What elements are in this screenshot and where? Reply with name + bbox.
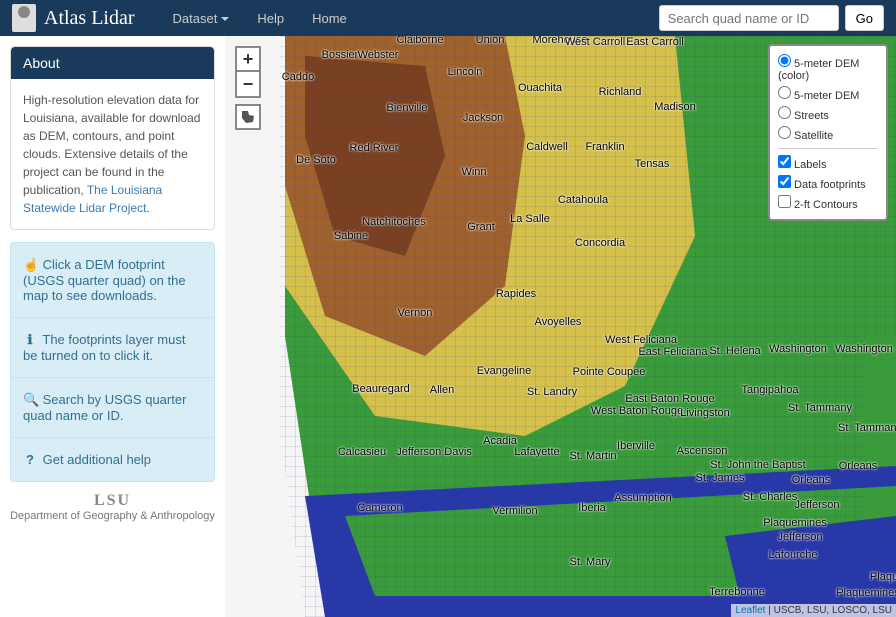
footer-credit: LSU Department of Geography & Anthropolo… — [10, 492, 215, 522]
overlay-checkbox[interactable] — [778, 195, 791, 208]
about-text-suffix: . — [146, 201, 149, 215]
nav-item-home[interactable]: Home — [298, 3, 361, 34]
base-layer-option[interactable]: Satellite — [778, 124, 878, 144]
sidebar: About High-resolution elevation data for… — [0, 36, 225, 617]
tips-panel: ☝ Click a DEM footprint (USGS quarter qu… — [10, 242, 215, 482]
layers-panel[interactable]: 5-meter DEM (color) 5-meter DEM Streets … — [768, 44, 888, 221]
tip-item: ℹ The footprints layer must be turned on… — [11, 317, 214, 377]
base-layer-radio[interactable] — [778, 86, 791, 99]
louisiana-icon — [240, 109, 256, 125]
leaflet-link[interactable]: Leaflet — [735, 605, 765, 616]
about-text-prefix: High-resolution elevation data for Louis… — [23, 93, 200, 197]
base-layer-option[interactable]: 5-meter DEM (color) — [778, 52, 878, 84]
map-area[interactable]: BossierWebsterClaiborneUnionMorehouseWes… — [225, 36, 896, 617]
search-input[interactable] — [659, 5, 839, 31]
overlay-checkbox[interactable] — [778, 175, 791, 188]
dept-label: Department of Geography & Anthropology — [10, 510, 215, 522]
tip-item[interactable]: ? Get additional help — [11, 437, 214, 481]
base-layer-radio[interactable] — [778, 126, 791, 139]
tip-text: Click a DEM footprint (USGS quarter quad… — [23, 257, 186, 303]
overlay-option[interactable]: 2-ft Contours — [778, 193, 878, 213]
zoom-in-button[interactable]: + — [235, 46, 261, 72]
brand[interactable]: Atlas Lidar — [12, 4, 155, 32]
tip-icon: ☝ — [23, 257, 37, 273]
zoom-out-button[interactable]: − — [235, 72, 261, 98]
navbar-left: Atlas Lidar DatasetHelpHome — [12, 3, 361, 34]
overlay-option[interactable]: Data footprints — [778, 173, 878, 193]
brand-text: Atlas Lidar — [44, 7, 135, 30]
tip-icon: ℹ — [23, 332, 37, 348]
attribution-text: | USCB, LSU, LOSCO, LSU — [765, 605, 892, 616]
tip-item: 🔍 Search by USGS quarter quad name or ID… — [11, 377, 214, 437]
navbar-right: Go — [659, 5, 884, 31]
base-layer-option[interactable]: Streets — [778, 104, 878, 124]
navbar: Atlas Lidar DatasetHelpHome Go — [0, 0, 896, 36]
main: About High-resolution elevation data for… — [0, 36, 896, 617]
tip-item: ☝ Click a DEM footprint (USGS quarter qu… — [11, 243, 214, 317]
overlay-checkbox[interactable] — [778, 155, 791, 168]
tip-icon: 🔍 — [23, 392, 37, 408]
base-layer-radio[interactable] — [778, 54, 791, 67]
lsu-logo: LSU — [10, 492, 215, 510]
nav-item-dataset[interactable]: Dataset — [159, 3, 244, 34]
tip-text: Search by USGS quarter quad name or ID. — [23, 392, 186, 423]
nav-item-help[interactable]: Help — [243, 3, 298, 34]
tip-text: Get additional help — [39, 452, 151, 467]
about-heading: About — [11, 47, 214, 79]
chevron-down-icon — [221, 17, 229, 21]
base-layer-option[interactable]: 5-meter DEM — [778, 84, 878, 104]
tip-icon: ? — [23, 452, 37, 467]
attribution: Leaflet | USCB, LSU, LOSCO, LSU — [731, 604, 896, 617]
go-button[interactable]: Go — [845, 5, 884, 31]
tip-text: The footprints layer must be turned on t… — [23, 332, 185, 363]
overlay-option[interactable]: Labels — [778, 153, 878, 173]
base-layer-radio[interactable] — [778, 106, 791, 119]
brand-icon — [12, 4, 36, 32]
zoom-control: + − — [235, 46, 261, 130]
about-panel: About High-resolution elevation data for… — [10, 46, 215, 230]
about-body: High-resolution elevation data for Louis… — [11, 79, 214, 229]
home-extent-button[interactable] — [235, 104, 261, 130]
